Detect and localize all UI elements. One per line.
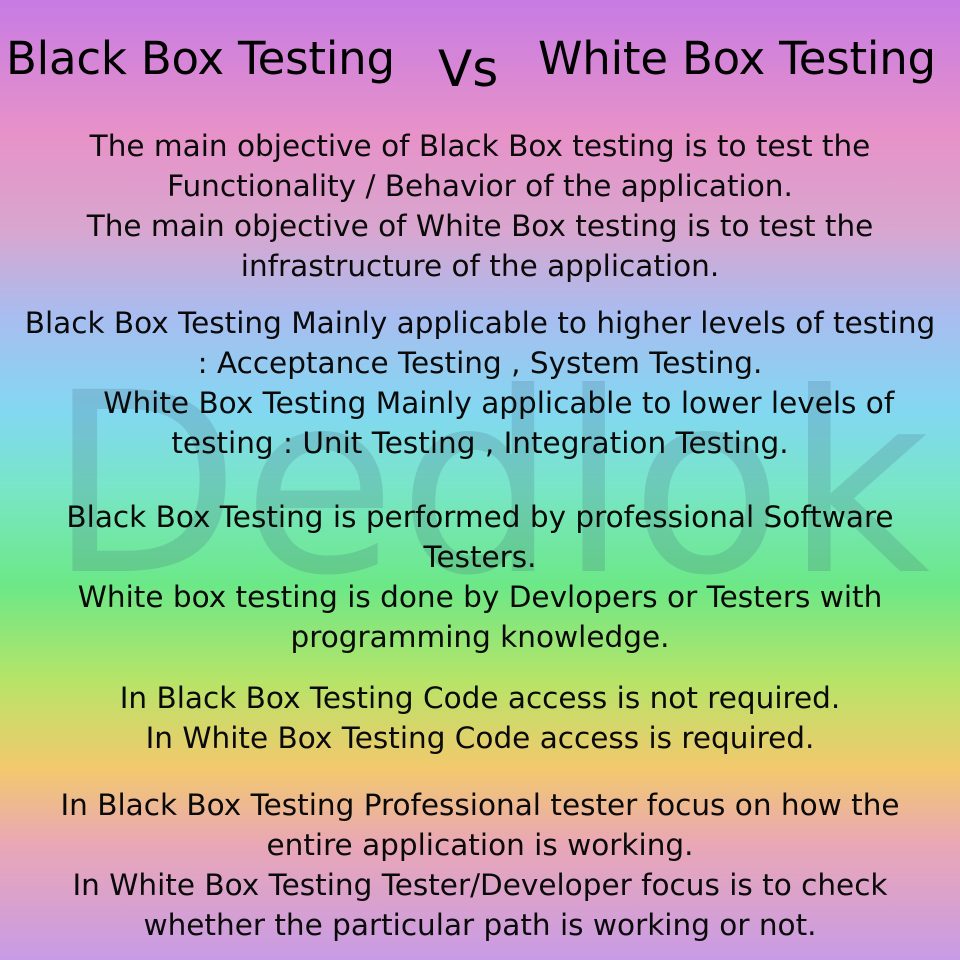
section-line: infrastructure of the application. — [240, 249, 720, 283]
section-line: programming knowledge. — [290, 620, 670, 654]
section-line: In White Box Testing Tester/Developer fo… — [72, 868, 888, 902]
section-line: Testers. — [423, 540, 537, 574]
section-focus: In Black Box Testing Professional tester… — [0, 785, 960, 945]
section-line: : Acceptance Testing , System Testing. — [197, 346, 763, 380]
section-line: Black Box Testing Mainly applicable to h… — [24, 306, 936, 340]
section-line: White Box Testing Mainly applicable to l… — [65, 386, 895, 420]
section-line: In Black Box Testing Professional tester… — [60, 788, 900, 822]
section-line: Black Box Testing is performed by profes… — [66, 500, 894, 534]
section-line: Functionality / Behavior of the applicat… — [167, 169, 793, 203]
section-line: White box testing is done by Devlopers o… — [77, 580, 883, 614]
section-code-access: In Black Box Testing Code access is not … — [0, 678, 960, 758]
section-line: In White Box Testing Code access is requ… — [145, 721, 815, 755]
section-line: whether the particular path is working o… — [143, 908, 817, 942]
title-row: Black Box Testing Vs White Box Testing — [0, 28, 960, 98]
section-line: In Black Box Testing Code access is not … — [119, 681, 841, 715]
section-testing-levels: Black Box Testing Mainly applicable to h… — [0, 303, 960, 463]
section-line: entire application is working. — [266, 828, 694, 862]
section-line: testing : Unit Testing , Integration Tes… — [171, 426, 789, 460]
infographic-canvas: Dedlok Black Box Testing Vs White Box Te… — [0, 0, 960, 960]
section-objective: The main objective of Black Box testing … — [0, 126, 960, 286]
title-black-box: Black Box Testing — [6, 32, 395, 85]
section-line: The main objective of Black Box testing … — [89, 129, 871, 163]
section-line: The main objective of White Box testing … — [86, 209, 874, 243]
title-vs: Vs — [438, 40, 499, 98]
title-white-box: White Box Testing — [538, 32, 936, 85]
section-performed-by: Black Box Testing is performed by profes… — [0, 497, 960, 657]
